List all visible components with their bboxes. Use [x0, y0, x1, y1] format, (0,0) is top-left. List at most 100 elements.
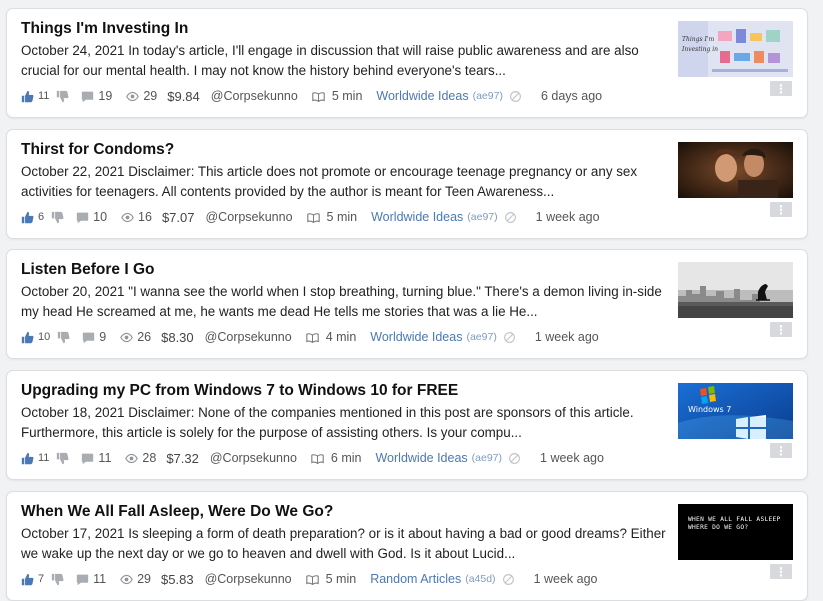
author-link[interactable]: @Corpsekunno	[205, 572, 292, 586]
downvote-button[interactable]	[56, 90, 69, 103]
article-title[interactable]: When We All Fall Asleep, Were Do We Go?	[21, 502, 671, 522]
comments-link[interactable]: 11	[81, 451, 111, 465]
article-feed: Things I'm Investing In October 24, 2021…	[0, 0, 823, 601]
more-options-button[interactable]: ⋮	[770, 81, 792, 96]
article-card[interactable]: Thirst for Condoms? October 22, 2021 Dis…	[6, 129, 808, 239]
payout-amount: $7.07	[161, 209, 195, 225]
article-title[interactable]: Upgrading my PC from Windows 7 to Window…	[21, 381, 671, 401]
read-time-icon	[305, 573, 319, 586]
category-name[interactable]: Worldwide Ideas	[375, 451, 467, 465]
category-name[interactable]: Worldwide Ideas	[370, 330, 462, 344]
thumbs-up-icon	[21, 90, 34, 103]
article-card[interactable]: When We All Fall Asleep, Were Do We Go? …	[6, 491, 808, 601]
hide-button[interactable]	[508, 452, 521, 465]
views: 26	[120, 330, 151, 344]
article-title[interactable]: Thirst for Condoms?	[21, 140, 671, 160]
posted-time: 1 week ago	[535, 210, 600, 224]
ban-icon	[503, 331, 516, 344]
article-content: When We All Fall Asleep, Were Do We Go? …	[21, 502, 671, 589]
category-link[interactable]: Worldwide Ideas (ae97)	[376, 89, 503, 103]
vote-count: 11	[38, 452, 50, 464]
article-title[interactable]: Things I'm Investing In	[21, 19, 671, 39]
views: 16	[121, 210, 152, 224]
thumbs-down-icon	[51, 211, 64, 224]
read-time-label: 5 min	[326, 210, 358, 224]
downvote-button[interactable]	[57, 331, 70, 344]
comment-count: 11	[98, 451, 112, 465]
category-link[interactable]: Random Articles (a45d)	[370, 572, 495, 586]
vote-count: 7	[38, 573, 45, 585]
comments-link[interactable]: 19	[81, 89, 112, 103]
posted-time: 1 week ago	[534, 330, 599, 344]
upvote-button[interactable]: 11	[21, 90, 49, 103]
views: 28	[125, 451, 156, 465]
vote-count: 6	[38, 211, 45, 223]
payout-amount: $8.30	[161, 329, 194, 345]
author-link[interactable]: @Corpsekunno	[205, 210, 292, 224]
read-time-label: 6 min	[330, 451, 362, 465]
category-link[interactable]: Worldwide Ideas (ae97)	[370, 330, 497, 344]
author-link[interactable]: @Corpsekunno	[211, 89, 298, 103]
article-meta: 11 11 28 $7.32 @Corpsekunno 6 min Worldw…	[21, 448, 671, 468]
author-link[interactable]: @Corpsekunno	[205, 330, 292, 344]
category-link[interactable]: Worldwide Ideas (ae97)	[371, 210, 498, 224]
black-text-thumbnail[interactable]: WHEN WE ALL FALL ASLEEP WHERE DO WE GO?	[678, 504, 793, 560]
ban-icon	[504, 211, 517, 224]
view-count: 29	[137, 572, 152, 586]
category-link[interactable]: Worldwide Ideas (ae97)	[375, 451, 502, 465]
category-name[interactable]: Worldwide Ideas	[371, 210, 463, 224]
views: 29	[120, 572, 151, 586]
author-link[interactable]: @Corpsekunno	[210, 451, 297, 465]
category-name[interactable]: Random Articles	[370, 572, 461, 586]
comments-link[interactable]: 9	[82, 330, 106, 344]
payout-amount: $9.84	[167, 88, 200, 104]
article-meta: 7 11 29 $5.83 @Corpsekunno 5 min Random …	[21, 569, 671, 589]
comment-count: 11	[93, 572, 107, 586]
article-excerpt: October 18, 2021 Disclaimer: None of the…	[21, 405, 634, 440]
hide-button[interactable]	[502, 573, 515, 586]
article-content: Upgrading my PC from Windows 7 to Window…	[21, 381, 671, 468]
article-title[interactable]: Listen Before I Go	[21, 260, 671, 280]
article-excerpt: October 17, 2021 Is sleeping a form of d…	[21, 526, 666, 561]
more-options-button[interactable]: ⋮	[770, 564, 792, 579]
thumbs-up-icon	[21, 573, 34, 586]
eye-icon	[120, 331, 134, 344]
eye-icon	[125, 452, 139, 465]
read-time-icon	[312, 90, 325, 103]
comment-icon	[76, 211, 89, 224]
hide-button[interactable]	[504, 211, 517, 224]
comments-link[interactable]: 10	[76, 210, 107, 224]
thumbs-down-icon	[51, 573, 64, 586]
article-card[interactable]: Upgrading my PC from Windows 7 to Window…	[6, 370, 808, 480]
investing-illustration-thumbnail[interactable]: Things I'm Investing in	[678, 21, 793, 77]
article-card[interactable]: Things I'm Investing In October 24, 2021…	[6, 8, 808, 118]
more-options-button[interactable]: ⋮	[770, 443, 792, 458]
comments-link[interactable]: 11	[76, 572, 106, 586]
upvote-button[interactable]: 11	[21, 452, 49, 465]
category-code: (ae97)	[466, 331, 497, 343]
eye-icon	[120, 573, 133, 586]
more-options-button[interactable]: ⋮	[770, 322, 792, 337]
downvote-button[interactable]	[51, 211, 64, 224]
more-options-button[interactable]: ⋮	[770, 202, 792, 217]
upvote-button[interactable]: 10	[21, 331, 50, 344]
hide-button[interactable]	[503, 331, 516, 344]
comment-count: 9	[99, 330, 107, 344]
read-time-label: 4 min	[325, 330, 357, 344]
payout-amount: $5.83	[161, 571, 194, 587]
downvote-button[interactable]	[56, 452, 69, 465]
rooftop-city-thumbnail[interactable]	[678, 262, 793, 318]
upvote-button[interactable]: 7	[21, 573, 44, 586]
hide-button[interactable]	[509, 90, 522, 103]
thumbs-down-icon	[56, 452, 69, 465]
view-count: 28	[142, 451, 157, 465]
article-card[interactable]: Listen Before I Go October 20, 2021 "I w…	[6, 249, 808, 359]
windows-logo-thumbnail[interactable]: Windows 7	[678, 383, 793, 439]
category-name[interactable]: Worldwide Ideas	[376, 89, 468, 103]
comment-icon	[82, 331, 95, 344]
comment-icon	[81, 90, 94, 103]
downvote-button[interactable]	[51, 573, 64, 586]
couple-photo-thumbnail[interactable]	[678, 142, 793, 198]
article-excerpt: October 22, 2021 Disclaimer: This articl…	[21, 164, 638, 199]
upvote-button[interactable]: 6	[21, 211, 44, 224]
